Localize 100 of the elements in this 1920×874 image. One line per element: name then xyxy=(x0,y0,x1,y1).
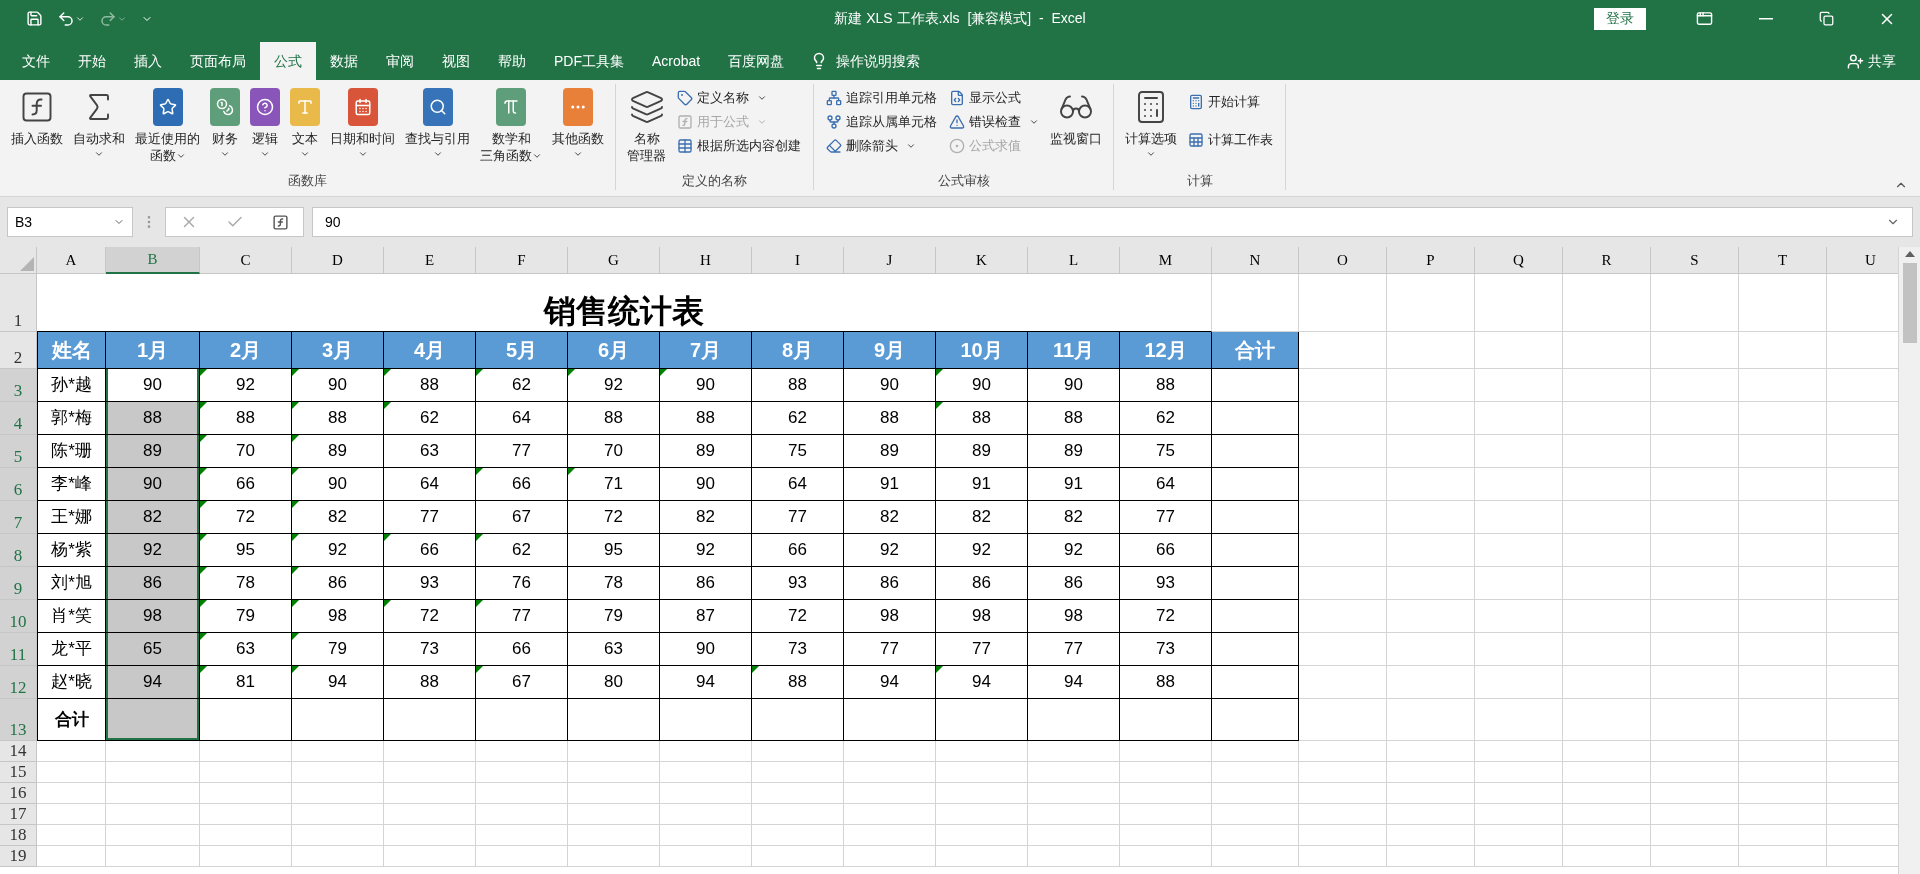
column-header[interactable]: B xyxy=(147,248,158,271)
column-header[interactable]: C xyxy=(240,248,251,272)
ellipsis-book-icon xyxy=(563,88,593,126)
column-header[interactable]: U xyxy=(1865,248,1876,272)
column-header[interactable]: E xyxy=(424,248,435,272)
ribbon-button[interactable]: 追踪从属单元格 xyxy=(822,110,941,134)
row-header[interactable]: 5 xyxy=(13,448,23,465)
header-cell-text: 12月 xyxy=(1144,338,1187,363)
name-cell-text: 郭*梅 xyxy=(51,407,92,430)
number-cell-text: 62 xyxy=(1156,407,1175,430)
ribbon-button[interactable]: 根据所选内容创建 xyxy=(673,134,805,158)
row-header[interactable]: 8 xyxy=(13,547,23,564)
total-label: 合计 xyxy=(54,708,89,731)
number-cell-text: 91 xyxy=(972,473,991,496)
number-cell-text: 95 xyxy=(604,539,623,562)
row-header[interactable]: 13 xyxy=(9,721,27,738)
ribbon-button[interactable]: 数学和 三角函数 xyxy=(475,84,547,188)
ribbon-tab[interactable]: 公式 xyxy=(260,42,316,80)
ribbon-button[interactable]: 开始计算 xyxy=(1184,90,1277,114)
ribbon-button[interactable]: 错误检查 xyxy=(945,110,1043,134)
ribbon-button[interactable]: 插入函数 xyxy=(6,84,68,188)
tell-me-search[interactable]: 操作说明搜索 xyxy=(836,50,921,72)
ribbon-tab[interactable]: 帮助 xyxy=(484,42,540,80)
row-header[interactable]: 1 xyxy=(13,312,23,329)
row-header[interactable]: 9 xyxy=(13,580,23,597)
column-header[interactable]: F xyxy=(517,248,526,272)
row-header[interactable]: 7 xyxy=(13,514,23,531)
header-cell-text: 11月 xyxy=(1052,338,1095,363)
share-button[interactable]: 共享 xyxy=(1847,42,1896,80)
number-cell-text: 62 xyxy=(420,407,439,430)
ribbon-button[interactable]: 显示公式 xyxy=(945,86,1043,110)
group-label: 计算 xyxy=(1186,172,1213,190)
ribbon-button[interactable]: 查找与引用 xyxy=(400,84,475,188)
column-header[interactable]: R xyxy=(1601,248,1612,272)
ribbon-tab[interactable]: 插入 xyxy=(120,42,176,80)
ribbon-tab[interactable]: 数据 xyxy=(316,42,372,80)
column-header[interactable]: M xyxy=(1158,248,1173,272)
ribbon-button[interactable]: 计算选项 xyxy=(1120,84,1182,188)
formula-input[interactable]: 90 xyxy=(312,207,1913,237)
number-cell-text: 90 xyxy=(696,473,715,496)
ribbon-button[interactable]: 删除箭头 xyxy=(822,134,941,158)
sign-in-button[interactable]: 登录 xyxy=(1594,7,1646,30)
column-header[interactable]: L xyxy=(1068,248,1079,272)
number-cell-text: 88 xyxy=(420,374,439,397)
column-header[interactable]: J xyxy=(886,248,893,272)
ribbon-button[interactable]: 追踪引用单元格 xyxy=(822,86,941,110)
row-header[interactable]: 3 xyxy=(13,382,23,399)
text-book-icon xyxy=(290,88,320,126)
column-header[interactable]: S xyxy=(1690,248,1699,272)
name-cell-text: 孙*越 xyxy=(51,374,92,397)
column-header[interactable]: D xyxy=(332,248,343,272)
column-header[interactable]: T xyxy=(1777,248,1788,272)
ribbon-tab[interactable]: 开始 xyxy=(64,42,120,80)
number-cell-text: 88 xyxy=(696,407,715,430)
ribbon-tab[interactable]: 审阅 xyxy=(372,42,428,80)
scroll-thumb[interactable] xyxy=(1902,263,1917,343)
number-cell-text: 72 xyxy=(236,506,255,529)
row-header[interactable]: 6 xyxy=(13,481,23,498)
window-title: 新建 XLS 工作表.xls [兼容模式] - Excel xyxy=(833,9,1087,28)
ribbon-button[interactable]: 定义名称 xyxy=(673,86,805,110)
vertical-scrollbar[interactable] xyxy=(1898,247,1920,874)
column-header[interactable]: A xyxy=(65,248,77,272)
ribbon-button[interactable]: 计算工作表 xyxy=(1184,128,1277,152)
header-cell-text: 8月 xyxy=(781,338,814,363)
ribbon-tab[interactable]: 视图 xyxy=(428,42,484,80)
row-header[interactable]: 4 xyxy=(13,415,23,432)
number-cell-text: 82 xyxy=(143,506,162,529)
column-header[interactable]: H xyxy=(700,248,711,272)
button-label: 监视窗口 xyxy=(1050,130,1102,147)
ribbon-button[interactable]: 监视窗口 xyxy=(1045,84,1107,188)
ribbon-button[interactable]: 逻辑 xyxy=(245,84,285,188)
ribbon-button[interactable]: 最近使用的 函数 xyxy=(130,84,205,188)
column-header[interactable]: O xyxy=(1337,248,1348,272)
ribbon-button[interactable]: 其他函数 xyxy=(547,84,609,188)
ribbon-tab[interactable]: 百度网盘 xyxy=(714,42,799,80)
column-header[interactable]: N xyxy=(1249,248,1261,272)
ribbon-tab[interactable]: 页面布局 xyxy=(176,42,260,80)
minimize-icon[interactable] xyxy=(1759,17,1773,20)
column-header[interactable]: P xyxy=(1426,248,1435,272)
group-label: 定义的名称 xyxy=(682,172,747,190)
column-header[interactable]: K xyxy=(976,248,987,272)
number-cell-text: 98 xyxy=(328,605,347,628)
ribbon-button[interactable]: 名称 管理器 xyxy=(622,84,671,188)
ribbon-tab[interactable]: Acrobat xyxy=(638,42,715,80)
table-cell xyxy=(37,804,106,825)
column-header[interactable]: I xyxy=(795,248,800,272)
name-cell-text: 刘*旭 xyxy=(51,572,92,595)
ribbon-tab[interactable]: 文件 xyxy=(8,42,64,80)
number-cell-text: 77 xyxy=(512,440,531,463)
column-header[interactable]: G xyxy=(608,248,619,272)
name-box[interactable]: B3 xyxy=(7,207,133,237)
warning-icon xyxy=(949,114,965,130)
header-cell-text: 6月 xyxy=(597,338,630,363)
number-cell-text: 90 xyxy=(880,374,899,397)
ribbon-button[interactable]: 财务 xyxy=(205,84,245,188)
header-cell-text: 合计 xyxy=(1235,338,1275,363)
ribbon-tab[interactable]: PDF工具集 xyxy=(540,42,638,80)
ribbon-button[interactable]: 自动求和 xyxy=(68,84,130,188)
row-header[interactable]: 2 xyxy=(13,349,23,366)
column-header[interactable]: Q xyxy=(1513,248,1524,272)
